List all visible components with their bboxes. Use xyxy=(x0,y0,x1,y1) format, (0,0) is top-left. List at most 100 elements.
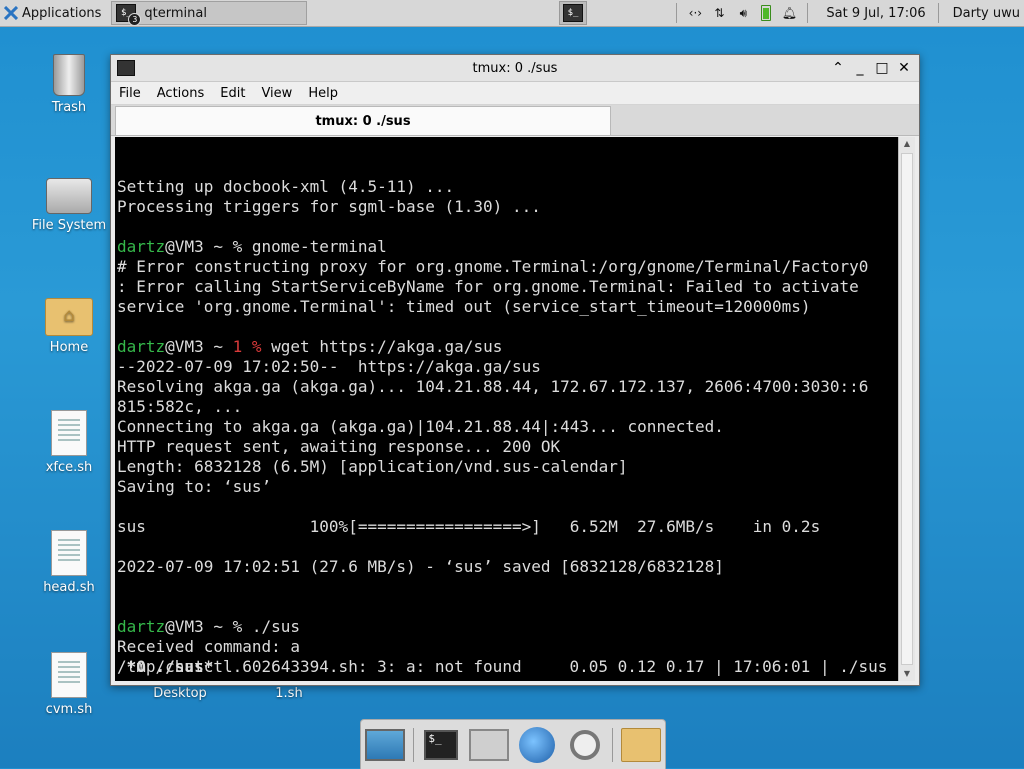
terminal-line: --2022-07-09 17:02:50-- https://akga.ga/… xyxy=(117,357,897,377)
minimize-button[interactable]: _ xyxy=(849,58,871,78)
script-file-icon xyxy=(51,530,87,576)
terminal-area[interactable]: Setting up docbook-xml (4.5-11) ... Proce… xyxy=(115,137,915,681)
web-browser-icon xyxy=(518,726,555,763)
folder-launcher[interactable] xyxy=(621,725,662,765)
scroll-up-arrow-icon[interactable]: ▲ xyxy=(899,137,915,151)
script-file-icon xyxy=(51,410,87,456)
bell-icon[interactable]: 🔔︎ xyxy=(779,6,799,20)
terminal-output[interactable]: Setting up docbook-xml (4.5-11) ... Proce… xyxy=(117,137,897,681)
terminal-icon[interactable] xyxy=(117,60,135,76)
web-browser-launcher[interactable] xyxy=(517,725,557,765)
terminal-text: 2022-07-09 17:02:51 (27.6 MB/s) - ‘sus’ … xyxy=(117,557,724,576)
window-count-badge: 3 xyxy=(128,13,142,26)
applications-label: Applications xyxy=(22,5,102,21)
panel-separator xyxy=(807,3,809,23)
panel-separator xyxy=(937,3,939,23)
terminal-line: Setting up docbook-xml (4.5-11) ... xyxy=(117,177,897,197)
scroll-down-arrow-icon[interactable]: ▼ xyxy=(899,667,915,681)
desktop-icon-trash[interactable]: Trash xyxy=(24,54,114,115)
desktop-icon-label: Desktop xyxy=(153,686,207,701)
terminal-text: Processing triggers for sgml-base (1.30)… xyxy=(117,197,541,216)
terminal-text: dartz xyxy=(117,617,166,636)
trash-icon xyxy=(53,54,85,96)
desktop-icon-home[interactable]: Home xyxy=(24,298,114,355)
desktop-icon-label: head.sh xyxy=(43,580,95,595)
folder-icon xyxy=(621,727,662,762)
battery-icon[interactable] xyxy=(761,5,772,21)
terminal-text: @VM3 ~ xyxy=(165,337,233,356)
menu-actions[interactable]: Actions xyxy=(149,86,213,101)
scrollbar-thumb[interactable] xyxy=(901,153,913,665)
dock-separator xyxy=(612,727,614,762)
maximize-button[interactable]: □ xyxy=(871,58,893,78)
xfce-logo-icon xyxy=(4,6,18,20)
search-icon xyxy=(569,729,600,760)
home-folder-icon xyxy=(45,298,93,336)
terminal-line: Received command: a xyxy=(117,637,897,657)
menu-view[interactable]: View xyxy=(253,86,300,101)
shade-button[interactable]: ⌃ xyxy=(827,58,849,78)
clock[interactable]: Sat 9 Jul, 17:06 xyxy=(826,6,925,21)
terminal-text: Resolving akga.ga (akga.ga)... 104.21.88… xyxy=(117,377,869,396)
system-tray: ‹·› ⇅ 🔊︎ 🔔︎ Sat 9 Jul, 17:06 Darty uwu xyxy=(670,0,1024,26)
taskbar-qterminal-button[interactable]: $_ 3 qterminal xyxy=(111,1,308,26)
terminal-scrollbar[interactable]: ▲ ▼ xyxy=(898,137,915,681)
workspace-switcher[interactable]: $_ xyxy=(559,1,587,25)
menu-file[interactable]: File xyxy=(111,86,149,101)
terminal-text: Connecting to akga.ga (akga.ga)|104.21.8… xyxy=(117,417,724,436)
terminal-text: --2022-07-09 17:02:50-- https://akga.ga/… xyxy=(117,357,541,376)
app-finder-launcher[interactable] xyxy=(565,725,605,765)
panel-separator xyxy=(676,3,678,23)
terminal-text: Setting up docbook-xml (4.5-11) ... xyxy=(117,177,455,196)
transfer-icon[interactable]: ⇅ xyxy=(709,6,729,20)
terminal-line: 2022-07-09 17:02:51 (27.6 MB/s) - ‘sus’ … xyxy=(117,557,897,577)
terminal-text: HTTP request sent, awaiting response... … xyxy=(117,437,561,456)
home-folder-icon xyxy=(469,728,510,761)
desktop-icon-label: Home xyxy=(49,340,89,355)
menu-edit[interactable]: Edit xyxy=(212,86,253,101)
terminal-line: 815:582c, ... xyxy=(117,397,897,417)
network-icon[interactable]: ‹·› xyxy=(685,6,705,20)
desktop-icon-label: File System xyxy=(31,218,107,233)
terminal-text: wget https://akga.ga/sus xyxy=(261,337,503,356)
desktop-icon-cvm-sh[interactable]: cvm.sh xyxy=(24,652,114,717)
desktop-icon-xfce-sh[interactable]: xfce.sh xyxy=(24,410,114,475)
user-menu[interactable]: Darty uwu xyxy=(953,6,1020,21)
desktop-icon-head-sh[interactable]: head.sh xyxy=(24,530,114,595)
file-manager-launcher[interactable] xyxy=(469,725,510,765)
terminal-text: dartz xyxy=(117,337,166,356)
terminal-line: Processing triggers for sgml-base (1.30)… xyxy=(117,197,897,217)
volume-icon[interactable]: 🔊︎ xyxy=(733,6,753,21)
window-titlebar[interactable]: tmux: 0 ./sus ⌃ _ □ ✕ xyxy=(111,55,919,82)
tmux-status-line: *0 ./sus* 0.05 0.12 0.17 | 17:06:01 | ./… xyxy=(117,657,897,679)
terminal-line: Connecting to akga.ga (akga.ga)|104.21.8… xyxy=(117,417,897,437)
dock-separator xyxy=(412,727,414,762)
script-file-icon xyxy=(51,652,87,698)
tab-bar: tmux: 0 ./sus xyxy=(111,105,919,136)
tab-tmux[interactable]: tmux: 0 ./sus xyxy=(115,106,611,135)
terminal-text: # Error constructing proxy for org.gnome… xyxy=(117,257,869,276)
desktop-icon-file-system[interactable]: File System xyxy=(24,178,114,233)
tmux-window-list: *0 ./sus* xyxy=(117,657,214,676)
show-desktop-button[interactable] xyxy=(364,725,405,765)
terminal-launcher[interactable]: $_ xyxy=(421,725,461,765)
desktop-icon-1-sh[interactable]: 1.sh xyxy=(244,686,334,701)
qterminal-window: tmux: 0 ./sus ⌃ _ □ ✕ File Actions Edit … xyxy=(110,54,920,686)
desktop-icon-label: 1.sh xyxy=(275,686,303,701)
applications-menu-button[interactable]: Applications xyxy=(0,0,107,26)
terminal-text: sus 100%[=================>] 6.52M 27.6M… xyxy=(117,517,821,536)
terminal-line: dartz@VM3 ~ % gnome-terminal xyxy=(117,237,897,257)
top-panel: Applications $_ 3 qterminal $_ ‹·› ⇅ 🔊︎ 🔔… xyxy=(0,0,1024,27)
terminal-line: service 'org.gnome.Terminal': timed out … xyxy=(117,297,897,317)
terminal-text: Received command: a xyxy=(117,637,301,656)
menu-help[interactable]: Help xyxy=(300,86,346,101)
terminal-text: Length: 6832128 (6.5M) [application/vnd.… xyxy=(117,457,628,476)
dock-panel: $_ xyxy=(360,719,666,769)
terminal-line: Length: 6832128 (6.5M) [application/vnd.… xyxy=(117,457,897,477)
desktop-icon-desktop[interactable]: Desktop xyxy=(135,686,225,701)
close-button[interactable]: ✕ xyxy=(893,58,915,78)
